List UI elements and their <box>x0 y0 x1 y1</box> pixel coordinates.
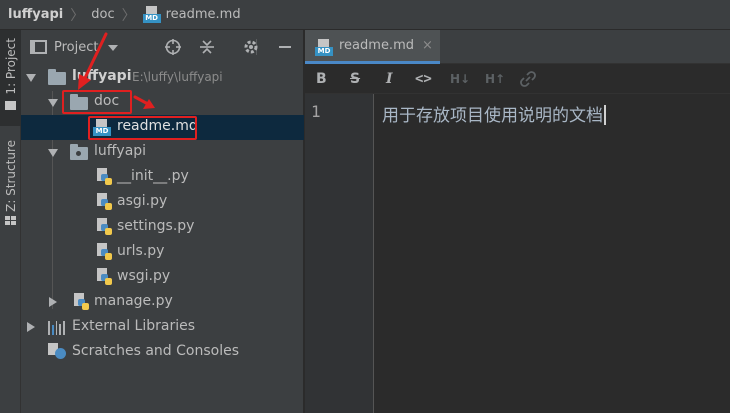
editor-text-area[interactable]: 用于存放项目使用说明的文档 <box>375 94 730 413</box>
scratch-icon <box>48 343 66 361</box>
annotation-arrow-down <box>78 32 108 90</box>
close-icon[interactable]: × <box>422 38 433 53</box>
markdown-file-icon: MD <box>315 39 333 56</box>
editor-line-text: 用于存放项目使用说明的文档 <box>382 106 603 126</box>
breadcrumb-item-project[interactable]: luffyapi <box>8 7 63 22</box>
structure-tool-tab[interactable]: Z: Structure <box>0 140 21 245</box>
project-view-icon <box>30 40 47 54</box>
link-icon[interactable] <box>520 70 536 88</box>
gear-icon[interactable] <box>242 38 260 56</box>
tree-item-label: asgi.py <box>117 193 168 209</box>
locate-target-icon[interactable] <box>164 38 182 56</box>
structure-tool-tab-label: Z: Structure <box>3 140 18 212</box>
tree-item-wsgi-py[interactable]: wsgi.py <box>21 265 304 290</box>
tree-item-urls-py[interactable]: urls.py <box>21 240 304 265</box>
structure-icon <box>5 215 16 225</box>
editor-gutter: 1 <box>305 94 374 413</box>
folder-icon <box>5 100 16 110</box>
tree-item-label: manage.py <box>94 293 173 309</box>
tree-item-init-py[interactable]: __init__.py <box>21 165 304 190</box>
tree-item-label: wsgi.py <box>117 268 171 284</box>
breadcrumb-item-label: readme.md <box>165 7 241 22</box>
tree-item-asgi-py[interactable]: asgi.py <box>21 190 304 215</box>
breadcrumb-separator: 〉 <box>121 7 136 24</box>
breadcrumb-item-doc[interactable]: doc <box>91 7 114 22</box>
code-button[interactable]: <> <box>415 70 432 88</box>
tree-item-root[interactable]: luffyapi E:\luffy\luffyapi <box>21 65 304 90</box>
tree-item-path: E:\luffy\luffyapi <box>132 70 223 84</box>
collapse-all-icon[interactable] <box>198 38 216 56</box>
editor-tab-bar: MD readme.md × <box>305 30 730 64</box>
decrease-header-button[interactable]: H↓ <box>450 70 470 88</box>
python-file-icon <box>72 293 89 311</box>
python-file-icon <box>95 193 112 211</box>
expand-arrow-icon[interactable] <box>48 99 58 107</box>
tree-item-package[interactable]: luffyapi <box>21 140 304 165</box>
navigation-bar: luffyapi 〉 doc 〉 MD readme.md <box>0 0 730 30</box>
breadcrumb-separator: 〉 <box>70 7 85 24</box>
annotation-box-readme <box>88 116 197 140</box>
python-file-icon <box>95 218 112 236</box>
strikethrough-button[interactable]: S <box>350 70 360 88</box>
tool-window-strip: 1: Project Z: Structure <box>0 30 21 413</box>
hide-panel-icon[interactable] <box>276 38 294 56</box>
tree-item-manage-py[interactable]: manage.py <box>21 290 304 315</box>
tree-item-scratches[interactable]: Scratches and Consoles <box>21 340 304 365</box>
library-icon <box>48 321 65 335</box>
expand-arrow-icon[interactable] <box>48 149 58 157</box>
markdown-file-icon: MD <box>142 6 161 23</box>
tree-item-label: __init__.py <box>117 168 189 184</box>
breadcrumb-item-readme[interactable]: MD readme.md <box>142 6 241 23</box>
bold-button[interactable]: B <box>316 70 327 88</box>
tree-item-settings-py[interactable]: settings.py <box>21 215 304 240</box>
editor-tab-label: readme.md <box>339 38 414 53</box>
markdown-toolbar: B S I <> H↓ H↑ <box>305 64 730 94</box>
text-caret <box>604 105 606 125</box>
folder-icon <box>48 69 66 85</box>
tree-item-label: luffyapi <box>94 143 147 159</box>
project-panel: Project luffyapi E:\luffy\luffyapi doc M… <box>21 30 304 413</box>
python-file-icon <box>95 168 112 186</box>
package-folder-icon <box>70 144 88 160</box>
tree-item-label: settings.py <box>117 218 195 234</box>
tree-item-external-libraries[interactable]: External Libraries <box>21 315 304 340</box>
editor-line[interactable]: 用于存放项目使用说明的文档 <box>382 101 606 126</box>
line-number: 1 <box>311 102 321 121</box>
tree-item-label: urls.py <box>117 243 165 259</box>
increase-header-button[interactable]: H↑ <box>485 70 505 88</box>
editor-tab-readme[interactable]: MD readme.md × <box>305 30 440 64</box>
expand-arrow-icon[interactable] <box>49 297 57 307</box>
annotation-arrow-right <box>133 95 155 109</box>
project-tool-tab-label: 1: Project <box>3 38 18 95</box>
tree-item-label: Scratches and Consoles <box>72 343 239 359</box>
expand-arrow-icon[interactable] <box>27 322 35 332</box>
tree-item-label: External Libraries <box>72 318 195 334</box>
project-panel-header: Project <box>21 30 303 64</box>
python-file-icon <box>95 268 112 286</box>
python-file-icon <box>95 243 112 261</box>
italic-button[interactable]: I <box>386 70 393 88</box>
project-tool-tab[interactable]: 1: Project <box>0 30 21 126</box>
expand-arrow-icon[interactable] <box>26 74 36 82</box>
